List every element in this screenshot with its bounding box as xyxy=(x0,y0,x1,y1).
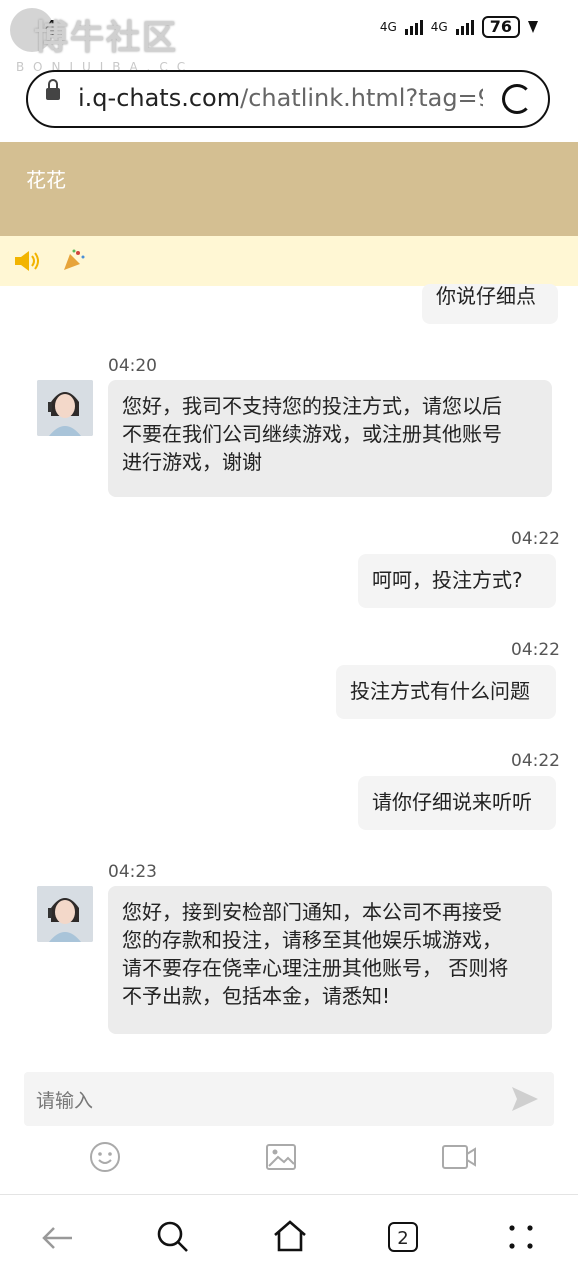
message-bubble-outgoing: 你说仔细点 xyxy=(422,284,558,324)
agent-avatar xyxy=(37,380,93,436)
url-host: i.q-chats.com xyxy=(78,84,241,112)
search-icon[interactable] xyxy=(156,1220,190,1254)
message-line: 不予出款，包括本金，请悉知! xyxy=(122,984,391,1008)
charging-icon xyxy=(528,21,538,33)
message-time: 04:22 xyxy=(511,640,560,660)
message-line: 您的存款和投注，请移至其他娱乐城游戏， xyxy=(122,928,502,952)
message-bubble-outgoing: 投注方式有什么问题 xyxy=(336,665,556,719)
agent-avatar xyxy=(37,886,93,942)
message-line: 您好，我司不支持您的投注方式，请您以后 xyxy=(122,394,502,418)
message-time: 04:23 xyxy=(108,862,157,882)
message-line: 进行游戏，谢谢 xyxy=(122,450,262,474)
signal-2-label: 4G xyxy=(430,20,448,34)
signal-2-icon xyxy=(455,19,474,35)
message-input[interactable] xyxy=(24,1072,554,1126)
watermark-title: 博牛社区 xyxy=(34,18,178,58)
send-icon[interactable] xyxy=(510,1084,540,1114)
signal-1-icon xyxy=(404,19,423,35)
message-line: 您好，接到安检部门通知，本公司不再接受 xyxy=(122,900,502,924)
speaker-icon[interactable] xyxy=(14,250,42,272)
back-icon[interactable] xyxy=(40,1222,76,1254)
image-icon[interactable] xyxy=(265,1141,297,1173)
battery-level: 76 xyxy=(481,16,520,38)
chat-title: 花花 xyxy=(26,168,66,192)
message-time: 04:20 xyxy=(108,356,157,376)
url-text[interactable]: i.q-chats.com/chatlink.html?tag=97c xyxy=(78,84,483,112)
home-icon[interactable] xyxy=(272,1218,308,1254)
video-icon[interactable] xyxy=(441,1141,477,1173)
agent-avatar-icon xyxy=(37,886,93,942)
url-path: /chatlink.html?tag=97c xyxy=(240,84,483,112)
status-indicators: 4G 4G 76 xyxy=(380,16,538,38)
notice-bar xyxy=(0,236,578,286)
emoji-icon[interactable] xyxy=(89,1141,121,1173)
chat-header xyxy=(0,142,578,236)
tabs-count-button[interactable]: 2 xyxy=(388,1222,418,1252)
agent-avatar-icon xyxy=(37,380,93,436)
message-input-placeholder: 请输入 xyxy=(36,1090,94,1112)
message-bubble-outgoing: 请你仔细说来听听 xyxy=(358,776,556,830)
message-line: 不要在我们公司继续游戏，或注册其他账号 xyxy=(122,422,502,446)
menu-dots-icon[interactable] xyxy=(506,1222,536,1252)
signal-1-label: 4G xyxy=(379,20,397,34)
message-time: 04:22 xyxy=(511,751,560,771)
party-popper-icon xyxy=(64,249,85,270)
message-line: 请不要存在侥幸心理注册其他账号， 否则将 xyxy=(122,956,509,980)
message-bubble-incoming: 您好，接到安检部门通知，本公司不再接受 您的存款和投注，请移至其他娱乐城游戏， … xyxy=(108,886,552,1034)
lock-icon xyxy=(46,79,60,100)
message-bubble-incoming: 您好，我司不支持您的投注方式，请您以后 不要在我们公司继续游戏，或注册其他账号 … xyxy=(108,380,552,497)
message-time: 04:22 xyxy=(511,529,560,549)
nav-divider xyxy=(0,1194,578,1195)
reload-icon[interactable] xyxy=(502,84,532,114)
message-bubble-outgoing: 呵呵，投注方式? xyxy=(358,554,556,608)
